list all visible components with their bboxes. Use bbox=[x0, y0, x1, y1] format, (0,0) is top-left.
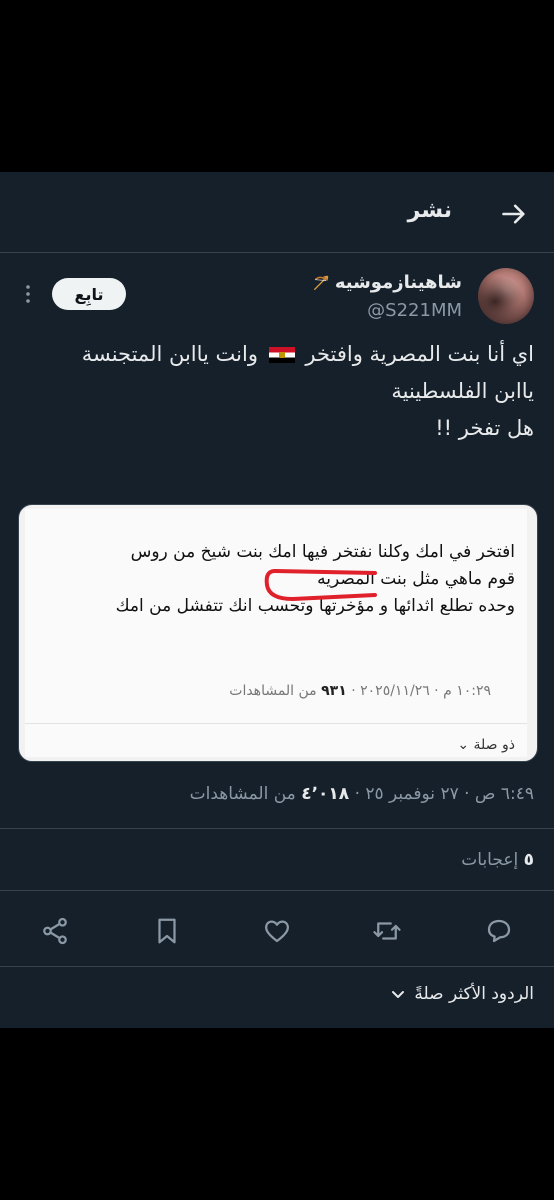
replies-sort-dropdown[interactable]: الردود الأكثر صلةً bbox=[390, 984, 534, 1004]
author-username[interactable]: @S221MM bbox=[367, 300, 462, 321]
divider bbox=[0, 966, 554, 967]
top-bar: نشر bbox=[0, 172, 554, 253]
tweet-line-2: ياابن الفلسطينية bbox=[391, 379, 534, 403]
divider bbox=[0, 890, 554, 891]
screenshot-meta: ١٠:٢٩ م · ٢٠٢٥/١١/٢٦ · ٩٣١ من المشاهدات bbox=[229, 683, 491, 699]
bow-and-arrow-icon bbox=[313, 275, 329, 290]
chevron-down-icon bbox=[392, 991, 405, 998]
tweet-line-3: هل تفخر !! bbox=[435, 416, 534, 440]
action-bar bbox=[0, 912, 554, 952]
egypt-flag-icon bbox=[268, 347, 295, 363]
bookmark-icon[interactable] bbox=[152, 916, 182, 946]
attached-image[interactable]: افتخر في امك وكلنا نفتخر فيها امك بنت شي… bbox=[18, 504, 538, 762]
author-display-name: شاهينازموشيه bbox=[334, 272, 462, 293]
tweet-detail-screen: نشر شاهينازموشيه @S221MM تابِع اي أنا بن… bbox=[0, 172, 554, 1028]
tweet-text: اي أنا بنت المصرية وافتخر وانت ياابن الم… bbox=[20, 336, 534, 447]
reply-icon[interactable] bbox=[484, 916, 514, 946]
tweet-line-1: اي أنا بنت المصرية وافتخر وانت ياابن الم… bbox=[81, 342, 534, 366]
red-highlight-mark bbox=[264, 569, 377, 602]
chevron-down-icon: ⌄ bbox=[457, 737, 470, 753]
follow-button[interactable]: تابِع bbox=[52, 278, 126, 310]
likes-count[interactable]: ٥ إعجابات bbox=[461, 850, 534, 870]
embedded-screenshot: افتخر في امك وكلنا نفتخر فيها امك بنت شي… bbox=[25, 509, 527, 757]
author-name-row[interactable]: شاهينازموشيه bbox=[311, 272, 462, 293]
heart-icon[interactable] bbox=[262, 916, 292, 946]
sort-label: الردود الأكثر صلةً bbox=[414, 984, 534, 1004]
retweet-icon[interactable] bbox=[372, 916, 402, 946]
tweet-timestamp-views: ٦:٤٩ ص · ٢٧ نوفمبر ٢٥ · ٤٬٠١٨ من المشاهد… bbox=[189, 784, 534, 804]
page-title: نشر bbox=[407, 198, 452, 223]
divider bbox=[0, 828, 554, 829]
avatar[interactable] bbox=[478, 268, 534, 324]
more-vertical-icon[interactable] bbox=[20, 282, 36, 306]
arrow-right-icon[interactable] bbox=[500, 200, 528, 228]
divider bbox=[25, 723, 527, 724]
share-icon[interactable] bbox=[40, 916, 70, 946]
screenshot-relevance: ذو صلة ⌄ bbox=[457, 737, 515, 753]
